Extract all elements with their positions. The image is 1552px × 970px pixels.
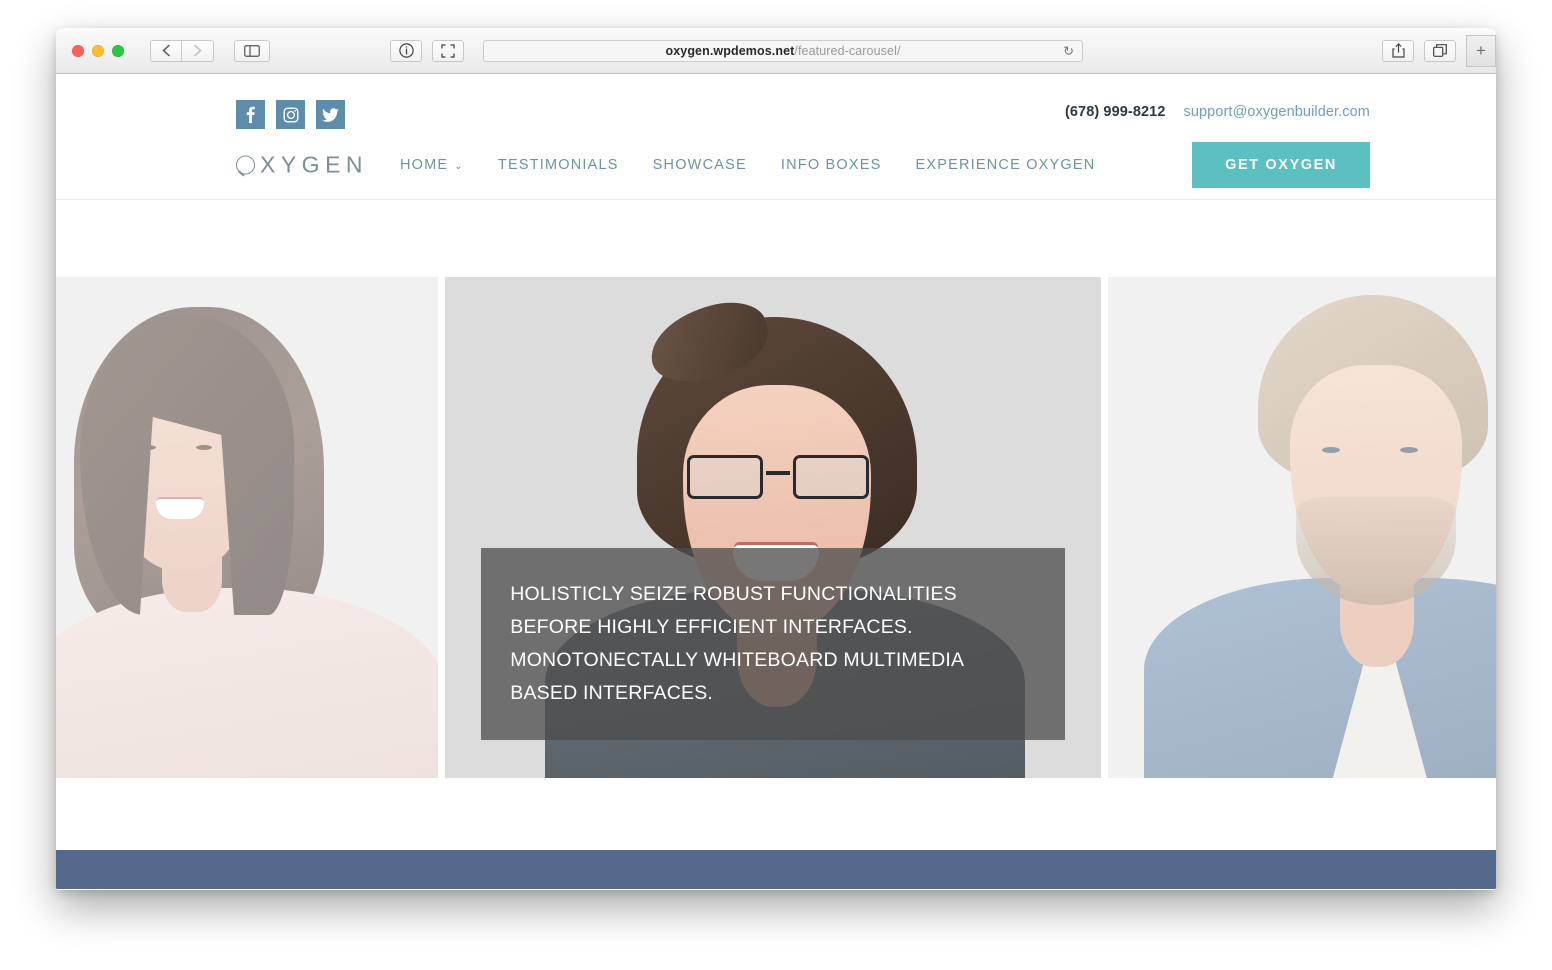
close-window-button[interactable]	[72, 44, 84, 57]
contact-info: (678) 999-8212 support@oxygenbuilder.com	[1065, 104, 1370, 120]
tabs-overview-icon[interactable]	[1424, 39, 1456, 62]
nav-label: HOME	[400, 157, 449, 173]
nav-item-testimonials[interactable]: TESTIMONIALS	[481, 157, 636, 173]
browser-window: oxygen.wpdemos.net/featured-carousel/ ↻ …	[56, 28, 1496, 890]
site-topbar: (678) 999-8212 support@oxygenbuilder.com	[56, 74, 1496, 131]
logo-text: XYGEN	[260, 151, 369, 178]
phone-number[interactable]: (678) 999-8212	[1065, 104, 1166, 120]
toolbar-right-actions: +	[1382, 34, 1496, 67]
url-text: oxygen.wpdemos.net/featured-carousel/	[665, 43, 901, 58]
nav-item-showcase[interactable]: SHOWCASE	[636, 157, 764, 173]
slide-image-next	[1108, 277, 1496, 778]
browser-toolbar: oxygen.wpdemos.net/featured-carousel/ ↻ …	[56, 28, 1496, 74]
carousel-slide-next[interactable]	[1107, 277, 1496, 778]
nav-item-experience-oxygen[interactable]: EXPERIENCE OXYGEN	[899, 157, 1113, 173]
nav-label: SHOWCASE	[652, 157, 747, 173]
reload-button[interactable]: ↻	[1063, 44, 1074, 57]
nav-item-info-boxes[interactable]: INFO BOXES	[764, 157, 899, 173]
navigation-buttons	[150, 39, 214, 62]
share-icon[interactable]	[1382, 39, 1414, 62]
minimize-window-button[interactable]	[92, 44, 104, 57]
back-button[interactable]	[150, 39, 182, 62]
nav-label: TESTIMONIALS	[497, 157, 619, 173]
zoom-window-button[interactable]	[112, 44, 124, 57]
slide-caption: HOLISTICLY SEIZE ROBUST FUNCTIONALITIES …	[481, 548, 1065, 740]
get-oxygen-button[interactable]: GET OXYGEN	[1192, 142, 1370, 188]
slide-image-previous	[56, 277, 439, 778]
main-navigation: HOME ⌄ TESTIMONIALS SHOWCASE INFO BOXES …	[383, 157, 1112, 173]
new-tab-button[interactable]: +	[1466, 34, 1496, 67]
twitter-icon[interactable]	[316, 100, 345, 129]
instagram-icon[interactable]	[276, 100, 305, 129]
forward-button[interactable]	[182, 39, 214, 62]
fullscreen-icon[interactable]	[432, 39, 464, 62]
nav-item-home[interactable]: HOME ⌄	[383, 157, 481, 173]
nav-label: INFO BOXES	[780, 157, 882, 173]
site-logo[interactable]: XYGEN	[236, 152, 368, 179]
carousel-top-spacer	[56, 200, 1496, 277]
facebook-icon[interactable]	[236, 100, 265, 129]
carousel-slide-current[interactable]: HOLISTICLY SEIZE ROBUST FUNCTIONALITIES …	[445, 277, 1101, 778]
sidebar-toggle-button[interactable]	[234, 39, 270, 62]
social-links	[236, 100, 345, 129]
site-footer	[56, 850, 1496, 889]
reader-view-button[interactable]	[390, 39, 422, 62]
chevron-down-icon: ⌄	[454, 160, 464, 172]
web-page-content: (678) 999-8212 support@oxygenbuilder.com…	[56, 74, 1496, 889]
site-header: XYGEN HOME ⌄ TESTIMONIALS SHOWCASE INFO …	[56, 131, 1496, 200]
featured-carousel[interactable]: HOLISTICLY SEIZE ROBUST FUNCTIONALITIES …	[56, 277, 1496, 778]
logo-o-mark	[236, 155, 255, 175]
content-band	[56, 778, 1496, 850]
slide-caption-text: HOLISTICLY SEIZE ROBUST FUNCTIONALITIES …	[510, 583, 964, 704]
window-controls	[72, 44, 124, 57]
email-link[interactable]: support@oxygenbuilder.com	[1184, 104, 1371, 120]
nav-label: EXPERIENCE OXYGEN	[915, 157, 1096, 173]
carousel-slide-previous[interactable]	[56, 277, 439, 778]
address-bar[interactable]: oxygen.wpdemos.net/featured-carousel/ ↻	[483, 39, 1083, 62]
